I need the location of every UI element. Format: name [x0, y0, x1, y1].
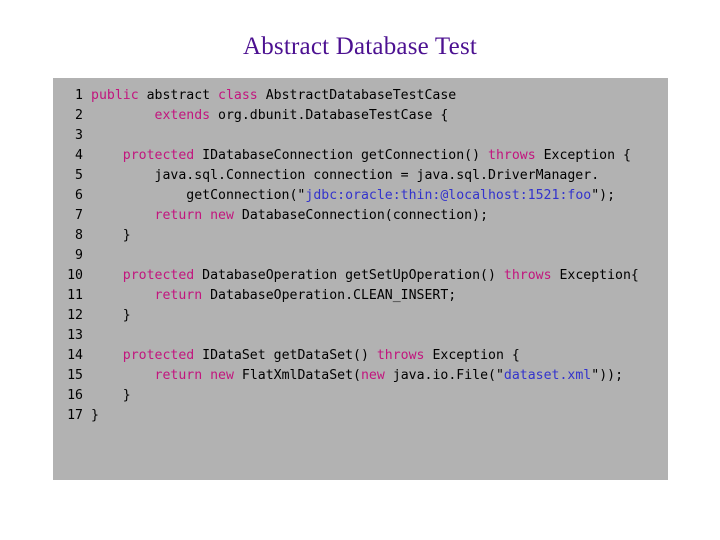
code-token-kw: throws	[376, 348, 425, 363]
line-number: 2	[75, 108, 83, 123]
code-line: 2 extends org.dbunit.DatabaseTestCase {	[53, 106, 668, 126]
line-number: 13	[67, 328, 83, 343]
code-line: 7 return new DatabaseConnection(connecti…	[53, 206, 668, 226]
code-token-plain: java.sql.Connection connection = java.sq…	[91, 168, 600, 183]
code-line: 12 }	[53, 306, 668, 326]
code-token-plain: "));	[591, 368, 624, 383]
code-token-kw: return new	[154, 208, 234, 223]
code-token-plain: Exception {	[535, 148, 631, 163]
code-token-plain: Exception{	[551, 268, 639, 283]
code-token-kw: public	[91, 88, 139, 103]
slide: Abstract Database Test 1 public abstract …	[0, 0, 720, 540]
code-token-kw: protected	[122, 348, 195, 363]
code-line: 15 return new FlatXmlDataSet(new java.io…	[53, 366, 668, 386]
code-token-plain: AbstractDatabaseTestCase	[257, 88, 457, 103]
line-number: 5	[75, 168, 83, 183]
code-token-kw: extends	[154, 108, 211, 123]
page-title: Abstract Database Test	[242, 33, 478, 60]
code-token-str: dataset.xml	[503, 368, 592, 383]
code-token-kw: protected	[122, 148, 195, 163]
line-number: 4	[75, 148, 83, 163]
line-number: 3	[75, 128, 83, 143]
line-number: 9	[75, 248, 83, 263]
line-number: 8	[75, 228, 83, 243]
code-line: 3	[53, 126, 668, 146]
code-token-plain: DatabaseOperation getSetUpOperation()	[194, 268, 504, 283]
code-line: 11 return DatabaseOperation.CLEAN_INSERT…	[53, 286, 668, 306]
code-line: 14 protected IDataSet getDataSet() throw…	[53, 346, 668, 366]
line-number: 11	[67, 288, 83, 303]
code-line: 17}	[53, 406, 668, 426]
code-line: 1 public abstract class AbstractDatabaseT…	[53, 86, 668, 106]
code-token-plain: java.io.File("	[384, 368, 504, 383]
code-listing: 1 public abstract class AbstractDatabaseT…	[53, 86, 668, 426]
line-number: 6	[75, 188, 83, 203]
code-token-kw: return new	[154, 368, 234, 383]
code-token-kw: new	[360, 368, 385, 383]
code-token-plain: DatabaseConnection(connection);	[233, 208, 489, 223]
code-token-kw: protected	[122, 268, 195, 283]
code-token-plain: DatabaseOperation.CLEAN_INSERT;	[202, 288, 457, 303]
code-line: 16 }	[53, 386, 668, 406]
code-line: 10 protected DatabaseOperation getSetUpO…	[53, 266, 668, 286]
code-token-plain: org.dbunit.DatabaseTestCase {	[210, 108, 449, 123]
line-number: 12	[67, 308, 83, 323]
line-number: 1	[75, 88, 83, 103]
code-line: 5 java.sql.Connection connection = java.…	[53, 166, 668, 186]
line-number: 16	[67, 388, 83, 403]
code-token-plain: }	[91, 408, 99, 423]
line-number: 10	[67, 268, 83, 283]
line-number: 7	[75, 208, 83, 223]
code-token-plain: FlatXmlDataSet(	[233, 368, 361, 383]
code-token-plain: Exception {	[424, 348, 520, 363]
line-number: 15	[67, 368, 83, 383]
code-token-kw: throws	[488, 148, 536, 163]
code-line: 9	[53, 246, 668, 266]
code-token-kw: class	[218, 88, 258, 103]
code-token-plain: IDatabaseConnection getConnection()	[194, 148, 488, 163]
code-line: 13	[53, 326, 668, 346]
code-line: 6 getConnection("jdbc:oracle:thin:@local…	[53, 186, 668, 206]
code-token-kw: throws	[503, 268, 552, 283]
code-token-plain: }	[91, 308, 131, 323]
line-number: 17	[67, 408, 83, 423]
code-line: 8 }	[53, 226, 668, 246]
code-token-plain: IDataSet getDataSet()	[194, 348, 377, 363]
code-token-plain: getConnection("	[91, 188, 306, 203]
code-line: 4 protected IDatabaseConnection getConne…	[53, 146, 668, 166]
code-token-plain: ");	[591, 188, 616, 203]
code-token-str: jdbc:oracle:thin:@localhost:1521:foo	[305, 188, 592, 203]
code-token-plain: }	[91, 228, 131, 243]
code-token-plain: }	[91, 388, 131, 403]
line-number: 14	[67, 348, 83, 363]
code-token-plain: abstract	[138, 88, 219, 103]
code-token-kw: return	[154, 288, 203, 303]
code-panel: 1 public abstract class AbstractDatabaseT…	[53, 78, 668, 480]
